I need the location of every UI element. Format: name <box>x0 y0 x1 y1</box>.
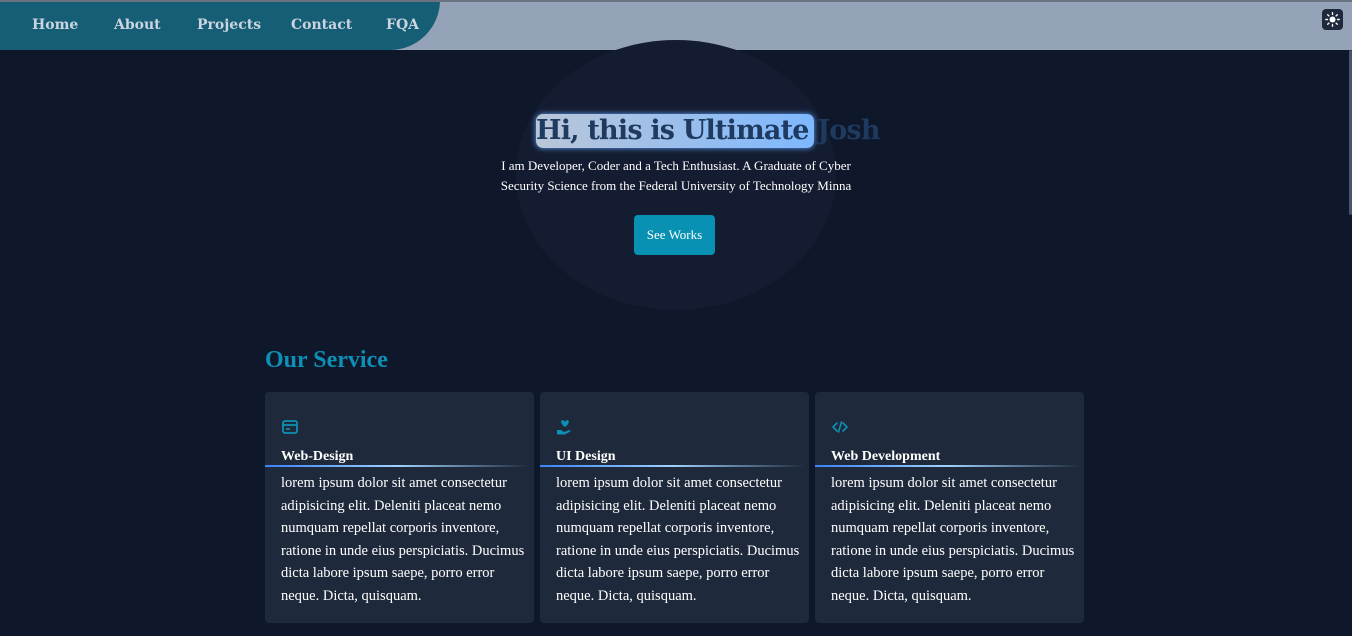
nav-link-about[interactable]: About <box>114 17 161 33</box>
service-card-title: Web-Design <box>281 449 354 464</box>
hand-heart-icon <box>557 420 571 435</box>
card-divider <box>815 465 1081 467</box>
hero-description: I am Developer, Coder and a Tech Enthusi… <box>500 158 852 193</box>
nav-link-fqa[interactable]: FQA <box>386 17 419 33</box>
window-top-border <box>0 0 1352 2</box>
code-icon <box>832 421 848 433</box>
service-card-title: UI Design <box>556 449 616 464</box>
service-card-ui-design: UI Design lorem ipsum dolor sit amet con… <box>540 392 809 623</box>
card-divider <box>265 465 531 467</box>
service-card-text: lorem ipsum dolor sit amet consectetur a… <box>556 475 800 604</box>
hero-title: Hi, this is Ultimate Josh <box>536 114 880 148</box>
service-card-title: Web Development <box>831 449 941 464</box>
nav-link-projects[interactable]: Projects <box>197 17 261 33</box>
service-card-web-development: Web Development lorem ipsum dolor sit am… <box>815 392 1084 623</box>
nav-menu: Home About Projects Contact FQA <box>0 0 440 50</box>
nav-link-contact[interactable]: Contact <box>291 17 352 33</box>
theme-toggle-button[interactable] <box>1322 9 1343 30</box>
card-divider <box>540 465 806 467</box>
sun-icon <box>1325 12 1340 27</box>
browser-window-icon <box>282 420 298 434</box>
nav-link-home[interactable]: Home <box>32 17 78 33</box>
service-card-text: lorem ipsum dolor sit amet consectetur a… <box>281 475 525 604</box>
service-card-web-design: Web-Design lorem ipsum dolor sit amet co… <box>265 392 534 623</box>
see-works-button[interactable]: See Works <box>634 215 715 255</box>
services-title: Our Service <box>265 347 388 373</box>
service-card-text: lorem ipsum dolor sit amet consectetur a… <box>831 475 1075 604</box>
